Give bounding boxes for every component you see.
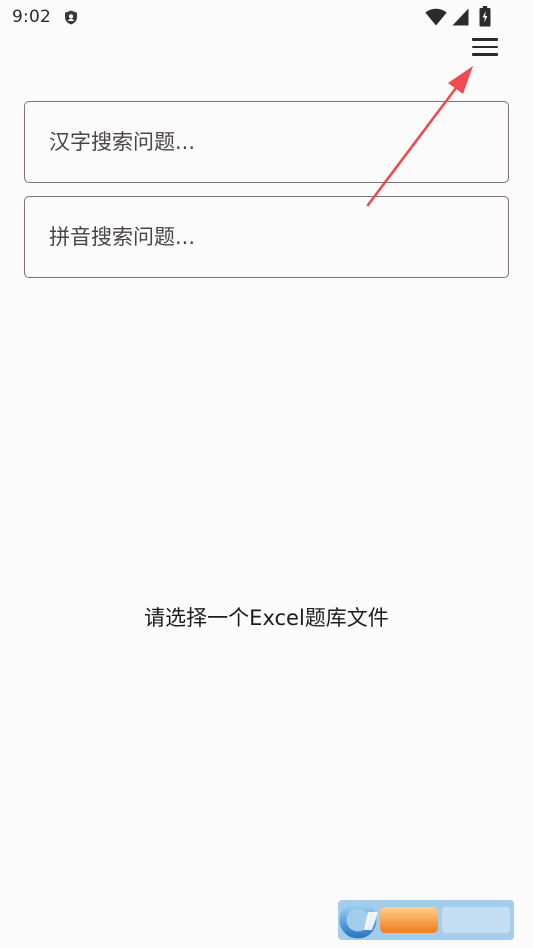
status-bar: 9:02	[0, 0, 533, 36]
battery-charging-icon	[479, 6, 491, 27]
hanzi-search-input[interactable]	[24, 101, 509, 183]
hamburger-menu-icon	[472, 38, 498, 41]
watermark-logo	[338, 900, 514, 940]
shield-icon	[65, 10, 77, 25]
status-time: 9:02	[12, 7, 51, 27]
pinyin-search-input[interactable]	[24, 196, 509, 278]
menu-button[interactable]	[466, 32, 504, 62]
wifi-icon	[425, 8, 447, 26]
empty-state-message: 请选择一个Excel题库文件	[144, 606, 389, 630]
signal-icon	[452, 8, 469, 26]
